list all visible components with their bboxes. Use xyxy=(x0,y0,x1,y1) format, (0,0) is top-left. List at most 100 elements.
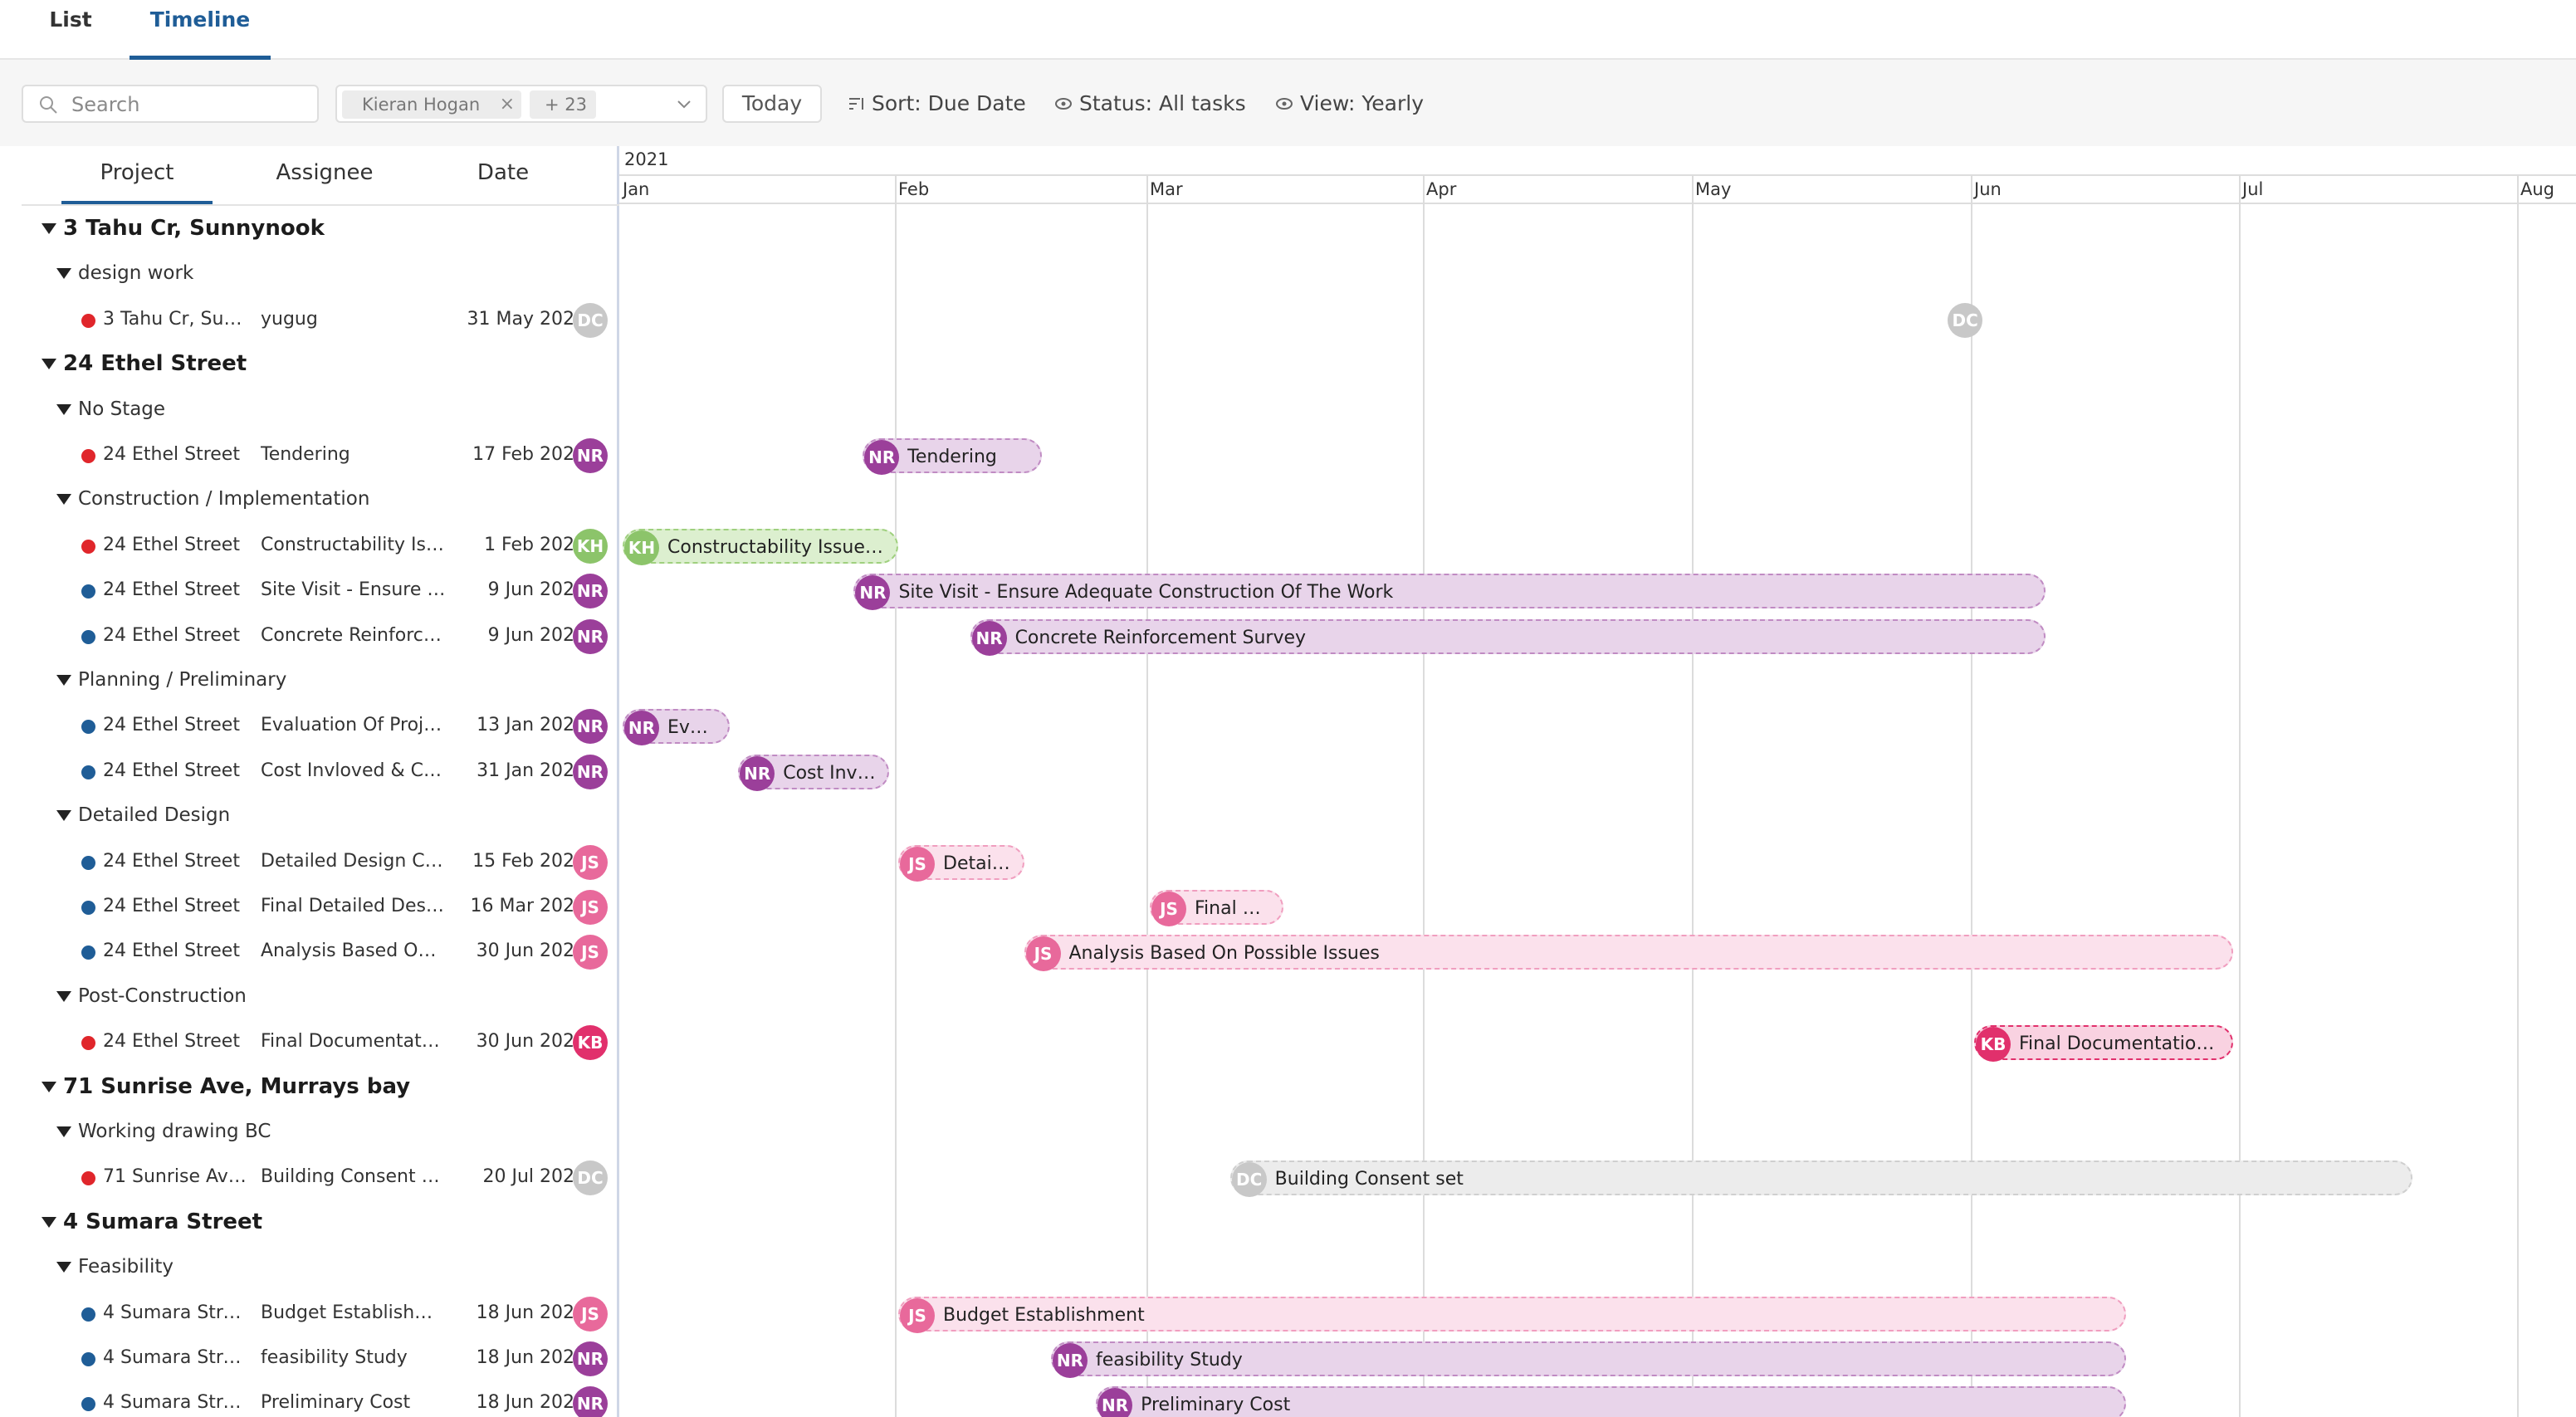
column-header-date[interactable]: Date xyxy=(437,146,569,204)
stage-group-row[interactable]: No Stage xyxy=(22,388,619,433)
task-bar[interactable]: JS Analysis Based On Possible Issues xyxy=(1024,935,2234,972)
task-bar[interactable]: JS Budget Establishment xyxy=(898,1296,2127,1333)
stage-group-row[interactable]: Working drawing BC xyxy=(22,1111,619,1156)
caret-down-icon[interactable] xyxy=(56,494,71,506)
task-row[interactable]: 24 Ethel Street Cost Invloved & C… 31 Jan … xyxy=(22,750,619,794)
caret-down-icon[interactable] xyxy=(56,810,71,822)
month-label: Aug xyxy=(2520,179,2555,199)
task-row[interactable]: 24 Ethel Street Site Visit - Ensure … 9 Ju… xyxy=(22,569,619,613)
avatar[interactable]: NR xyxy=(971,620,1007,656)
task-row[interactable]: 24 Ethel Street Final Detailed Des… 16 Mar… xyxy=(22,885,619,930)
task-bar[interactable]: NR feasibility Study xyxy=(1050,1341,2127,1378)
avatar[interactable]: DC xyxy=(573,302,608,338)
avatar[interactable]: NR xyxy=(573,1341,608,1376)
today-button[interactable]: Today xyxy=(722,85,822,123)
task-bar[interactable]: JS Detailed… xyxy=(898,844,1024,882)
caret-down-icon[interactable] xyxy=(42,1216,56,1228)
sort-button[interactable]: Sort: Due Date xyxy=(847,85,1046,123)
caret-down-icon[interactable] xyxy=(42,1081,56,1092)
avatar[interactable]: KB xyxy=(1976,1027,2011,1063)
view-mode-button[interactable]: View: Yearly xyxy=(1275,85,1458,123)
avatar[interactable]: NR xyxy=(624,711,659,746)
task-row[interactable]: 24 Ethel Street Evaluation Of Proj… 13 Jan… xyxy=(22,704,619,749)
task-row[interactable]: 24 Ethel Street Final Documentat… 30 Jun 2… xyxy=(22,1020,619,1065)
caret-down-icon[interactable] xyxy=(56,268,71,280)
task-bar[interactable]: NR Site Visit - Ensure Adequate Construct… xyxy=(853,574,2046,611)
avatar[interactable]: NR xyxy=(855,575,891,611)
task-bar[interactable]: DC Building Consent set xyxy=(1229,1160,2413,1198)
stage-group-row[interactable]: Post-Construction xyxy=(22,975,619,1020)
avatar[interactable]: NR xyxy=(573,1386,608,1417)
task-bar[interactable]: NR Preliminary Cost xyxy=(1096,1386,2127,1417)
tab-timeline[interactable]: Timeline xyxy=(130,0,271,60)
task-row[interactable]: 4 Sumara Street feasibility Study 18 Jun 2… xyxy=(22,1336,619,1381)
task-bar[interactable]: NR Concrete Reinforcement Survey xyxy=(970,618,2046,656)
avatar[interactable]: JS xyxy=(573,890,608,925)
project-group-row[interactable]: 24 Ethel Street xyxy=(22,343,619,388)
task-bar[interactable]: NR Evalua… xyxy=(623,709,730,746)
assignee-filter[interactable]: Kieran Hogan × + 23 xyxy=(335,85,707,123)
project-group-row[interactable]: 4 Sumara Street xyxy=(22,1201,619,1246)
task-row[interactable]: 4 Sumara Street Budget Establish… 18 Jun 2… xyxy=(22,1292,619,1336)
avatar[interactable]: NR xyxy=(573,754,608,789)
task-row[interactable]: 24 Ethel Street Concrete Reinforc… 9 Jun 2… xyxy=(22,614,619,659)
task-bar[interactable]: KB Final Documentation P… xyxy=(1974,1025,2234,1063)
search-input[interactable] xyxy=(71,91,312,118)
task-row[interactable]: 4 Sumara Street Preliminary Cost 18 Jun 20… xyxy=(22,1381,619,1417)
task-bar[interactable]: NR Tendering xyxy=(863,438,1043,475)
task-row[interactable]: 71 Sunrise Ave, … Building Consent … 20 Ju… xyxy=(22,1156,619,1200)
avatar[interactable]: NR xyxy=(573,438,608,473)
search-box[interactable] xyxy=(22,85,319,123)
avatar[interactable]: KH xyxy=(624,530,659,565)
project-group-row[interactable]: 3 Tahu Cr, Sunnynook xyxy=(22,208,619,252)
caret-down-icon[interactable] xyxy=(56,990,71,1002)
avatar[interactable]: KB xyxy=(573,1025,608,1061)
status-filter-button[interactable]: Status: All tasks xyxy=(1054,85,1270,123)
avatar[interactable]: JS xyxy=(573,935,608,970)
avatar[interactable]: NR xyxy=(1097,1388,1133,1417)
task-row[interactable]: 3 Tahu Cr, Sunn… yugug 31 May 2021 DC xyxy=(22,298,619,343)
avatar[interactable]: JS xyxy=(573,844,608,880)
stage-group-row[interactable]: Planning / Preliminary xyxy=(22,659,619,704)
stage-group-row[interactable]: design work xyxy=(22,252,619,297)
avatar[interactable]: NR xyxy=(573,574,608,609)
project-group-row[interactable]: 71 Sunrise Ave, Murrays bay xyxy=(22,1066,619,1111)
task-project: 4 Sumara Street xyxy=(103,1392,251,1414)
column-header-project[interactable]: Project xyxy=(61,146,213,204)
avatar[interactable]: KH xyxy=(573,528,608,564)
avatar[interactable]: DC xyxy=(573,1160,608,1196)
avatar[interactable]: JS xyxy=(573,1296,608,1331)
sort-label: Sort: Due Date xyxy=(872,91,1026,115)
avatar[interactable]: JS xyxy=(1025,936,1061,972)
avatar[interactable]: NR xyxy=(573,618,608,654)
caret-down-icon[interactable] xyxy=(42,223,56,234)
task-bar[interactable]: NR Cost Invlo… xyxy=(738,754,890,791)
avatar[interactable]: JS xyxy=(1151,892,1186,926)
task-row[interactable]: 24 Ethel Street Analysis Based O… 30 Jun 2… xyxy=(22,930,619,975)
chevron-down-icon[interactable] xyxy=(674,94,694,114)
task-row[interactable]: 24 Ethel Street Constructability Is… 1 Feb… xyxy=(22,524,619,569)
task-milestone[interactable]: DC xyxy=(1948,302,1983,338)
avatar[interactable]: NR xyxy=(573,709,608,745)
task-bar[interactable]: JS Final Det… xyxy=(1150,890,1284,926)
caret-down-icon[interactable] xyxy=(56,1262,71,1273)
task-row[interactable]: 24 Ethel Street Detailed Design C… 15 Feb … xyxy=(22,840,619,885)
stage-group-row[interactable]: Construction / Implementation xyxy=(22,478,619,523)
avatar[interactable]: NR xyxy=(864,440,900,475)
avatar[interactable]: JS xyxy=(900,846,935,882)
close-icon[interactable]: × xyxy=(500,90,515,119)
caret-down-icon[interactable] xyxy=(56,675,71,686)
column-header-assignee[interactable]: Assignee xyxy=(246,146,403,204)
caret-down-icon[interactable] xyxy=(56,403,71,415)
avatar[interactable]: NR xyxy=(1052,1343,1088,1378)
caret-down-icon[interactable] xyxy=(56,1126,71,1137)
avatar[interactable]: JS xyxy=(900,1297,935,1333)
task-bar[interactable]: KH Constructability Issues Ra… xyxy=(623,528,898,565)
avatar[interactable]: NR xyxy=(740,755,775,791)
tab-list[interactable]: List xyxy=(42,0,100,60)
task-row[interactable]: 24 Ethel Street Tendering 17 Feb 2021 NR xyxy=(22,433,619,478)
avatar[interactable]: DC xyxy=(1231,1162,1267,1198)
caret-down-icon[interactable] xyxy=(42,359,56,370)
stage-group-row[interactable]: Detailed Design xyxy=(22,794,619,839)
stage-group-row[interactable]: Feasibility xyxy=(22,1246,619,1291)
